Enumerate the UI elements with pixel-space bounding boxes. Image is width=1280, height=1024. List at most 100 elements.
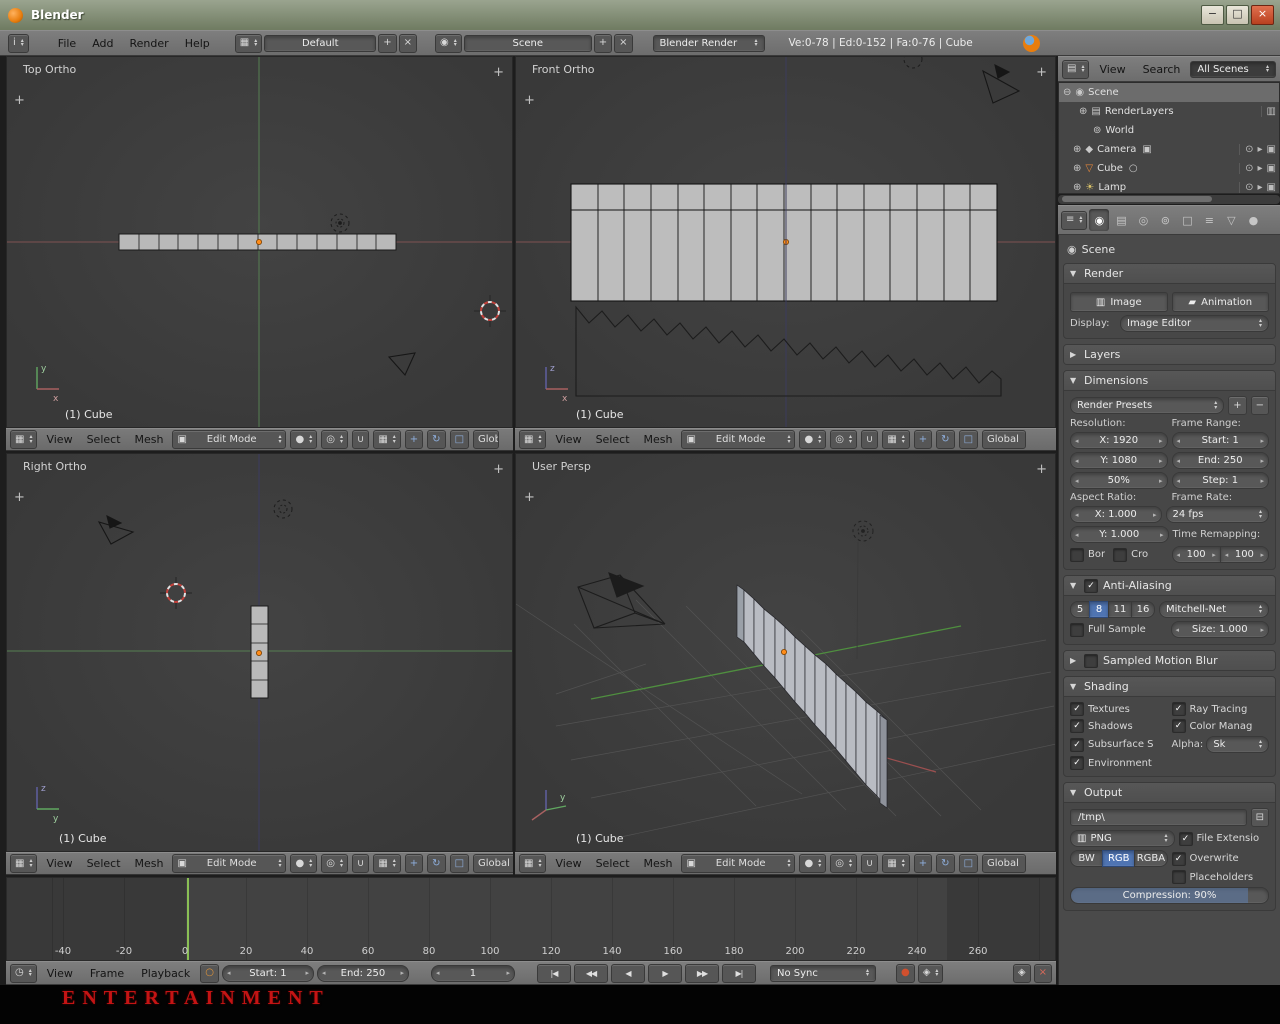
aa-samples-8-button[interactable]: 8 xyxy=(1089,601,1109,618)
tab-modifiers[interactable]: ≡ xyxy=(1199,209,1219,231)
orientation-dropdown[interactable]: Global xyxy=(982,430,1026,449)
scene-add-button[interactable]: + xyxy=(594,34,612,53)
menu-mesh[interactable]: Mesh xyxy=(130,857,169,870)
menu-select[interactable]: Select xyxy=(591,857,635,870)
auto-keyframe-button[interactable]: ● xyxy=(896,964,915,983)
jump-to-end-button[interactable]: ▶| xyxy=(722,964,756,983)
remap-old-field[interactable]: 100 xyxy=(1172,546,1221,563)
resolution-y-field[interactable]: Y: 1080 xyxy=(1070,452,1168,469)
renderability-icon[interactable]: ▣ xyxy=(1267,163,1276,174)
menu-help[interactable]: Help xyxy=(178,37,217,50)
next-keyframe-button[interactable]: ▶▶ xyxy=(685,964,719,983)
menu-mesh[interactable]: Mesh xyxy=(639,857,678,870)
snap-element-dropdown[interactable]: ▦ xyxy=(373,854,400,873)
compression-slider[interactable]: Compression: 90% xyxy=(1070,887,1269,904)
menu-view[interactable]: View xyxy=(1092,63,1132,76)
aa-samples-16-button[interactable]: 16 xyxy=(1131,601,1155,618)
tree-expander-icon[interactable]: ⊕ xyxy=(1073,163,1081,174)
snap-element-dropdown[interactable]: ▦ xyxy=(373,430,400,449)
scene-delete-button[interactable]: × xyxy=(614,34,632,53)
orientation-dropdown[interactable]: Global xyxy=(473,430,499,449)
minimize-button[interactable]: − xyxy=(1201,5,1224,25)
outliner-row-cube[interactable]: ⊕ ▽ Cube ○ ⊙ ▸ ▣ xyxy=(1059,159,1279,178)
panel-header-motion-blur[interactable]: ▶ Sampled Motion Blur xyxy=(1064,651,1275,670)
anti-aliasing-checkbox[interactable] xyxy=(1084,579,1098,593)
render-image-button[interactable]: ▥ Image xyxy=(1070,292,1168,312)
editor-type-button[interactable]: ▦ xyxy=(519,854,546,873)
current-frame-field[interactable]: 1 xyxy=(431,965,515,982)
render-presets-dropdown[interactable]: Render Presets xyxy=(1070,397,1224,414)
placeholders-checkbox[interactable] xyxy=(1172,870,1186,884)
aa-filter-dropdown[interactable]: Mitchell-Net xyxy=(1159,601,1269,618)
menu-view[interactable]: View xyxy=(550,433,586,446)
visibility-icon[interactable]: ⊙ xyxy=(1245,182,1253,193)
editor-type-button[interactable]: ◷ xyxy=(10,964,37,983)
jump-to-start-button[interactable]: |◀ xyxy=(537,964,571,983)
selectability-icon[interactable]: ▸ xyxy=(1258,144,1263,155)
panel-header-output[interactable]: ▼ Output xyxy=(1064,783,1275,803)
full-sample-checkbox[interactable] xyxy=(1070,623,1084,637)
renderability-icon[interactable]: ▣ xyxy=(1267,144,1276,155)
manipulator-scale-button[interactable]: □ xyxy=(450,430,469,449)
aa-samples-11-button[interactable]: 11 xyxy=(1108,601,1132,618)
snap-element-dropdown[interactable]: ▦ xyxy=(882,854,909,873)
menu-view[interactable]: View xyxy=(41,433,77,446)
expand-region-icon[interactable]: + xyxy=(14,490,25,505)
border-checkbox[interactable] xyxy=(1070,548,1084,562)
screen-layout-field[interactable]: Default xyxy=(264,35,376,52)
aspect-x-field[interactable]: X: 1.000 xyxy=(1070,506,1162,523)
environment-checkbox[interactable] xyxy=(1070,756,1084,770)
panel-header-dimensions[interactable]: ▼ Dimensions xyxy=(1064,371,1275,391)
tree-expander-icon[interactable]: ⊕ xyxy=(1079,106,1087,117)
viewport-user-persp[interactable]: y User Persp + + (1) Cube xyxy=(515,453,1056,852)
pivot-dropdown[interactable]: ◎ xyxy=(830,430,857,449)
snap-toggle[interactable]: ∪ xyxy=(861,430,878,449)
display-dropdown[interactable]: Image Editor xyxy=(1120,315,1269,332)
outliner-row-camera[interactable]: ⊕ ◆ Camera ▣ ⊙ ▸ ▣ xyxy=(1059,140,1279,159)
menu-mesh[interactable]: Mesh xyxy=(130,433,169,446)
file-extensions-checkbox[interactable] xyxy=(1179,832,1193,846)
close-button[interactable]: × xyxy=(1251,5,1274,25)
output-path-field[interactable]: /tmp\ xyxy=(1070,809,1247,826)
preset-remove-button[interactable]: − xyxy=(1251,396,1269,415)
resolution-x-field[interactable]: X: 1920 xyxy=(1070,432,1168,449)
maximize-button[interactable]: □ xyxy=(1226,5,1249,25)
expand-region-icon[interactable]: + xyxy=(524,490,535,505)
viewport-top-ortho[interactable]: y x Top Ortho + + (1) Cube xyxy=(6,56,513,428)
panel-header-layers[interactable]: ▶ Layers xyxy=(1064,345,1275,364)
orientation-dropdown[interactable]: Global xyxy=(473,854,513,873)
tab-scene[interactable]: ◎ xyxy=(1133,209,1153,231)
manipulator-scale-button[interactable]: □ xyxy=(450,854,469,873)
frame-start-field[interactable]: Start: 1 xyxy=(1172,432,1270,449)
pivot-dropdown[interactable]: ◎ xyxy=(321,854,348,873)
play-reverse-button[interactable]: ◀ xyxy=(611,964,645,983)
mode-dropdown[interactable]: ▣ Edit Mode xyxy=(681,854,795,873)
tree-expander-icon[interactable]: ⊕ xyxy=(1073,144,1081,155)
orientation-dropdown[interactable]: Global xyxy=(982,854,1026,873)
tab-object-data[interactable]: ▽ xyxy=(1221,209,1241,231)
outliner-row-lamp[interactable]: ⊕ ☀ Lamp ⊙ ▸ ▣ xyxy=(1059,178,1279,194)
selectability-icon[interactable]: ▸ xyxy=(1258,182,1263,193)
viewport-shading-dropdown[interactable]: ● xyxy=(290,430,317,449)
editor-type-button[interactable]: ▦ xyxy=(519,430,546,449)
outliner-scope-dropdown[interactable]: All Scenes xyxy=(1190,61,1276,78)
pivot-dropdown[interactable]: ◎ xyxy=(321,430,348,449)
play-button[interactable]: ▶ xyxy=(648,964,682,983)
frame-end-field[interactable]: End: 250 xyxy=(1172,452,1270,469)
expand-region-icon[interactable]: + xyxy=(1036,462,1047,477)
frame-step-field[interactable]: Step: 1 xyxy=(1172,472,1270,489)
crop-checkbox[interactable] xyxy=(1113,548,1127,562)
snap-toggle[interactable]: ∪ xyxy=(352,854,369,873)
screen-delete-button[interactable]: × xyxy=(399,34,417,53)
tab-world[interactable]: ⊚ xyxy=(1155,209,1175,231)
tab-render-layers[interactable]: ▤ xyxy=(1111,209,1131,231)
manipulator-scale-button[interactable]: □ xyxy=(959,430,978,449)
selectability-icon[interactable]: ▸ xyxy=(1258,163,1263,174)
frame-start-field[interactable]: Start: 1 xyxy=(222,965,314,982)
menu-select[interactable]: Select xyxy=(591,433,635,446)
panel-header-shading[interactable]: ▼ Shading xyxy=(1064,677,1275,697)
motion-blur-checkbox[interactable] xyxy=(1084,654,1098,668)
tree-expander-icon[interactable]: ⊖ xyxy=(1063,87,1071,98)
menu-view[interactable]: View xyxy=(40,967,80,980)
tab-render[interactable]: ◉ xyxy=(1089,209,1109,231)
